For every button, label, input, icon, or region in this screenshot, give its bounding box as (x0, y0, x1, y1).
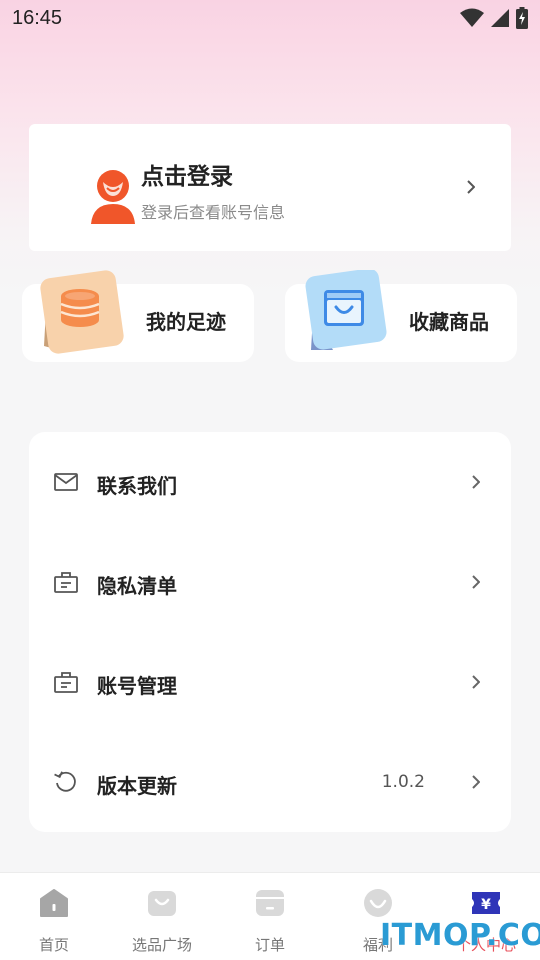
home-icon (40, 889, 68, 917)
chevron-right-icon (472, 475, 480, 489)
tile-footprint[interactable]: 我的足迹 (22, 270, 254, 362)
profile-screen: 16:45 点击登录 登录后查看账号信息 我的足迹 收藏商品 联系我们 隐私清单… (0, 0, 540, 960)
menu-item-label: 联系我们 (97, 474, 177, 498)
wifi-icon (460, 8, 484, 27)
tile-favorites-label: 收藏商品 (409, 310, 489, 334)
watermark: ITMOP.COM (380, 918, 540, 953)
battery-icon (516, 7, 528, 29)
coin-stack-icon (40, 270, 124, 354)
chevron-right-icon (472, 675, 480, 689)
version-number: 1.0.2 (381, 772, 425, 792)
settings-menu: 联系我们 隐私清单 账号管理 版本更新 1.0.2 (29, 432, 511, 832)
status-icons (460, 7, 528, 29)
nav-item-orders[interactable]: 订单 (216, 873, 324, 960)
menu-item-label: 账号管理 (97, 674, 177, 698)
bag-icon (148, 891, 176, 916)
chevron-right-icon (472, 775, 480, 789)
menu-item-label: 隐私清单 (97, 574, 177, 598)
menu-item-privacy[interactable]: 隐私清单 (29, 532, 511, 632)
order-icon (256, 890, 284, 916)
signal-icon (491, 9, 509, 27)
refresh-icon (54, 771, 76, 792)
briefcase-icon (54, 572, 78, 593)
svg-text:¥: ¥ (481, 897, 491, 913)
nav-label: 订单 (254, 936, 285, 954)
login-title[interactable]: 点击登录 (141, 157, 233, 191)
menu-item-account[interactable]: 账号管理 (29, 632, 511, 732)
login-card[interactable]: 点击登录 登录后查看账号信息 (29, 124, 511, 251)
smile-icon (364, 889, 392, 917)
briefcase-icon (54, 672, 78, 693)
menu-item-label: 版本更新 (97, 774, 177, 798)
nav-label: 首页 (38, 936, 69, 954)
envelope-icon (54, 473, 78, 491)
nav-item-home[interactable]: 首页 (0, 873, 108, 960)
user-avatar-icon (91, 170, 135, 224)
menu-item-version[interactable]: 版本更新 1.0.2 (29, 732, 511, 832)
nav-label: 选品广场 (131, 936, 192, 954)
status-time: 16:45 (12, 6, 63, 29)
chevron-right-icon (472, 575, 480, 589)
login-subtitle: 登录后查看账号信息 (141, 203, 286, 222)
yuan-ticket-icon: ¥ (472, 892, 500, 914)
menu-item-contact[interactable]: 联系我们 (29, 432, 511, 532)
nav-item-selection[interactable]: 选品广场 (108, 873, 216, 960)
chevron-right-icon (467, 180, 475, 194)
status-bar: 16:45 (0, 0, 540, 36)
shopping-bag-icon (305, 270, 387, 350)
tile-footprint-label: 我的足迹 (146, 310, 226, 334)
tile-favorites[interactable]: 收藏商品 (285, 270, 517, 362)
